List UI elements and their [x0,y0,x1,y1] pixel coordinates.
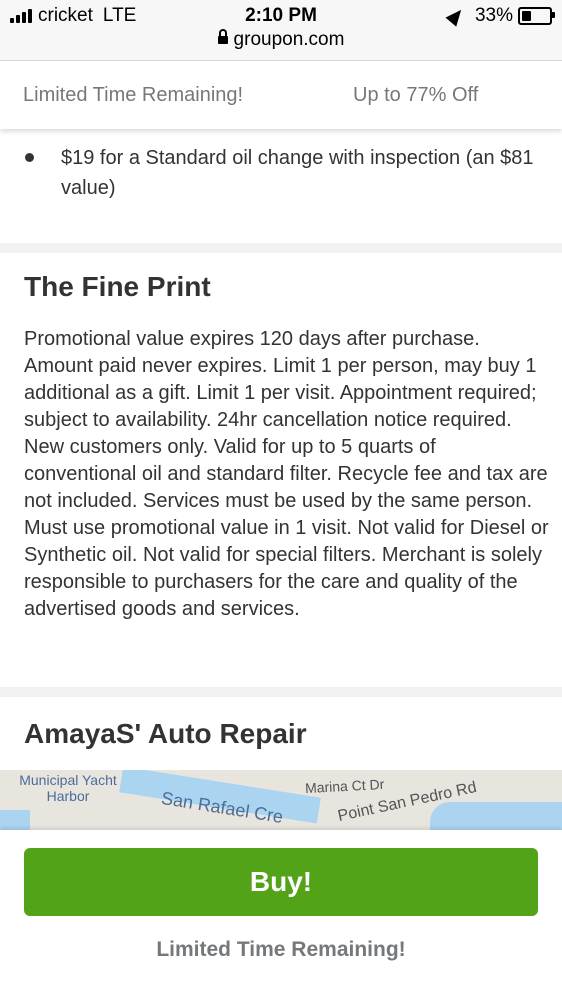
time-remaining-label: Limited Time Remaining! [23,84,244,106]
discount-label: Up to 77% Off [353,84,479,106]
buy-footer: Buy! Limited Time Remaining! [0,830,562,1000]
status-bar: cricket LTE 2:10 PM groupon.com 33% [0,0,562,61]
lock-icon [217,29,228,44]
map-label-marina: Marina Ct Dr [304,775,385,797]
url-text: groupon.com [233,29,345,50]
address-bar[interactable]: groupon.com [0,29,562,51]
fine-print-text: Promotional value expires 120 days after… [24,328,549,620]
bullet-icon [25,153,34,162]
footer-time-remaining: Limited Time Remaining! [156,938,406,961]
battery-percent: 33% [474,5,513,26]
location-arrow-icon [445,5,467,27]
merchant-name: AmayaS' Auto Repair [24,718,307,749]
battery-fill [522,11,531,21]
buy-button[interactable]: Buy! [24,848,538,916]
location-map[interactable]: Municipal Yacht Harbor San Rafael Cre Ma… [0,770,562,832]
right-status: 33% [445,5,555,27]
section-divider [0,687,562,697]
map-label-harbor: Municipal Yacht Harbor [19,772,117,804]
deal-header: Limited Time Remaining! Up to 77% Off [0,61,562,129]
harbor-water [0,810,30,832]
battery-icon [518,7,555,25]
option-text: $19 for a Standard oil change with inspe… [61,147,534,199]
fine-print-title: The Fine Print [24,271,211,302]
section-divider [0,243,562,253]
bay-water [430,802,562,832]
